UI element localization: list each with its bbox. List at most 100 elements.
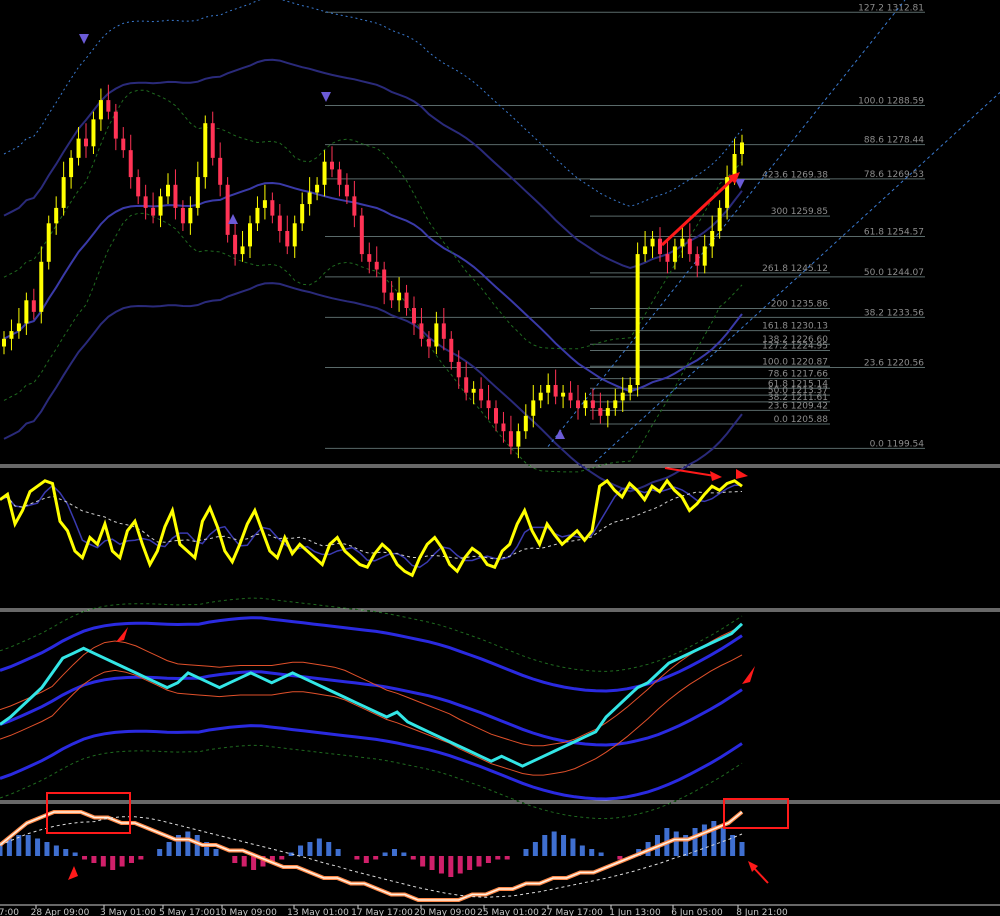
- candle-body: [166, 184, 170, 197]
- candle-body: [546, 385, 551, 393]
- candle-body: [188, 207, 193, 224]
- candle-body: [16, 323, 21, 332]
- candle-body: [307, 192, 312, 205]
- macd-histogram-bar: [457, 856, 463, 874]
- time-axis-label: 10 May 09:00: [215, 908, 277, 916]
- candle-body: [397, 292, 402, 301]
- fib-label-inner: 200 1235.86: [771, 300, 829, 310]
- candle-body: [225, 184, 230, 235]
- candle-body: [650, 238, 655, 247]
- candle-body: [2, 338, 6, 347]
- candle-body: [352, 196, 357, 216]
- chart-canvas[interactable]: 127.2 1312.81 100.0 1288.59 88.6 1278.44 78…: [0, 0, 1000, 916]
- fib-label-inner: 127.2 1224.95: [762, 342, 828, 352]
- macd-histogram-bar: [279, 856, 285, 860]
- macd-histogram-bar: [401, 852, 407, 856]
- macd-histogram-bar: [561, 835, 567, 856]
- macd-histogram-bar: [410, 856, 416, 860]
- candle-body: [24, 300, 29, 324]
- candle-body: [9, 331, 14, 339]
- candle-body: [300, 204, 305, 224]
- macd-histogram-bar: [373, 856, 379, 860]
- candle-body: [233, 234, 238, 255]
- candle-body: [46, 223, 51, 262]
- macd-histogram-bar: [119, 856, 125, 867]
- candle-body: [531, 400, 536, 416]
- candle-body: [687, 238, 692, 255]
- macd-histogram-bar: [25, 835, 31, 856]
- time-axis-label: 17:00: [0, 908, 19, 916]
- candle-body: [113, 111, 118, 139]
- candle-body: [576, 400, 580, 409]
- candle-body: [702, 246, 707, 266]
- chart-window: 127.2 1312.81 100.0 1288.59 88.6 1278.44 78…: [0, 0, 1000, 916]
- macd-histogram-bar: [420, 856, 426, 867]
- time-axis-label: 13 May 01:00: [287, 908, 349, 916]
- macd-histogram-bar: [326, 842, 332, 856]
- macd-histogram-bar: [363, 856, 369, 863]
- candle-body: [151, 207, 156, 216]
- candle-body: [494, 408, 498, 424]
- macd-histogram-bar: [579, 845, 585, 856]
- candle-body: [710, 231, 715, 247]
- candle-body: [359, 215, 364, 255]
- macd-histogram-bar: [542, 835, 548, 856]
- macd-histogram-bar: [701, 824, 707, 856]
- macd-histogram-bar: [232, 856, 238, 863]
- fib-label-inner: 0.0 1205.88: [774, 415, 829, 425]
- candle-body: [158, 196, 163, 216]
- macd-histogram-bar: [100, 856, 106, 867]
- candle-body: [717, 207, 722, 231]
- time-axis-label: 8 Jun 21:00: [736, 908, 788, 916]
- macd-histogram-bar: [532, 842, 538, 856]
- candle-body: [330, 161, 334, 170]
- macd-histogram-bar: [739, 842, 745, 856]
- candle-body: [322, 161, 327, 185]
- fib-label-right: 38.2 1233.56: [864, 308, 924, 318]
- candle-body: [598, 408, 603, 416]
- candle-body: [434, 323, 439, 347]
- candle-body: [620, 392, 625, 401]
- macd-histogram-bar: [316, 838, 322, 856]
- candle-body: [583, 400, 588, 409]
- macd-histogram-bar: [185, 831, 191, 856]
- candle-body: [464, 377, 469, 393]
- candle-body: [255, 207, 260, 224]
- candle-body: [84, 138, 88, 147]
- macd-histogram-bar: [63, 849, 69, 856]
- fib-label-right: 0.0 1199.54: [870, 439, 925, 449]
- candle-body: [605, 408, 610, 416]
- candle-body: [344, 184, 349, 197]
- candle-body: [31, 300, 36, 312]
- macd-histogram-bar: [298, 845, 304, 856]
- time-axis-label: 6 Jun 05:00: [671, 908, 723, 916]
- macd-histogram-bar: [128, 856, 134, 863]
- macd-histogram-bar: [720, 828, 726, 856]
- candle-body: [374, 261, 379, 270]
- macd-histogram-bar: [429, 856, 435, 870]
- fib-label-inner: 300 1259.85: [771, 207, 828, 217]
- macd-histogram-bar: [523, 849, 529, 856]
- macd-histogram-bar: [166, 842, 172, 856]
- macd-histogram-bar: [598, 852, 604, 856]
- candle-body: [136, 177, 141, 197]
- candle-body: [665, 254, 670, 262]
- candle-body: [412, 308, 416, 324]
- candle-body: [248, 223, 252, 247]
- macd-histogram-bar: [82, 856, 88, 860]
- macd-histogram-bar: [241, 856, 247, 867]
- candle-body: [277, 215, 282, 231]
- candle-body: [553, 385, 558, 397]
- macd-histogram-bar: [53, 845, 59, 856]
- candle-body: [210, 123, 215, 158]
- fib-label-inner: 261.8 1245.12: [762, 264, 828, 274]
- fib-label-inner: 78.6 1217.66: [768, 370, 828, 380]
- time-axis-label: 1 Jun 13:00: [609, 908, 661, 916]
- candle-body: [643, 246, 648, 255]
- candle-body: [404, 292, 409, 308]
- time-axis-label: 28 Apr 09:00: [31, 908, 90, 916]
- candle-body: [121, 138, 126, 151]
- candle-body: [315, 184, 320, 193]
- time-axis-label: 17 May 17:00: [351, 908, 413, 916]
- candle-body: [568, 392, 573, 401]
